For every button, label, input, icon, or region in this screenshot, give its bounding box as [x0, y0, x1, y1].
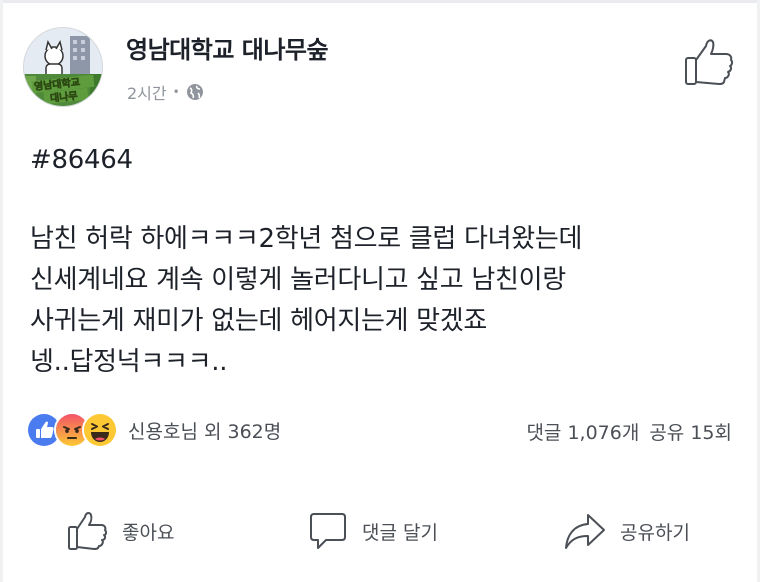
haha-reaction-icon — [82, 412, 118, 448]
share-icon — [565, 514, 605, 549]
left-border — [0, 0, 3, 582]
reactors-text[interactable]: 신용호님 외 362명 — [128, 417, 281, 444]
action-bar: 좋아요 댓글 달기 공유하기 — [0, 500, 760, 562]
page-name[interactable]: 영남대학교 대나무숲 — [126, 30, 329, 65]
share-label: 공유하기 — [620, 521, 690, 544]
comment-label: 댓글 달기 — [362, 521, 438, 544]
like-button[interactable]: 좋아요 — [66, 500, 174, 562]
share-button[interactable]: 공유하기 — [562, 500, 690, 562]
thumbs-up-outline-icon — [685, 39, 734, 85]
avatar-image: 영남대학교 대나무 — [24, 28, 102, 106]
post-line-3: 사귀는게 재미가 없는데 헤어지는게 맞겠죠 — [30, 306, 488, 336]
comment-count[interactable]: 댓글 1,076개 — [526, 418, 639, 445]
like-label: 좋아요 — [122, 521, 175, 544]
post-line-1: 남친 허락 하에ㅋㅋㅋ2학년 첨으로 클럽 다녀왔는데 — [30, 224, 583, 254]
meta-separator: • — [172, 85, 180, 99]
share-count[interactable]: 공유 15회 — [649, 418, 732, 445]
post-body: #86464 남친 허락 하에ㅋㅋㅋ2학년 첨으로 클럽 다녀왔는데 신세계네요… — [30, 140, 582, 383]
post-hashtag[interactable]: #86464 — [30, 140, 582, 181]
top-border — [0, 0, 760, 3]
reactions-summary[interactable]: 신용호님 외 362명 — [26, 412, 281, 448]
post-line-2: 신세계네요 계속 이렇게 놀러다니고 싶고 남친이랑 — [30, 265, 566, 295]
post-meta: 2시간 • — [127, 80, 204, 104]
post-line-4: 넹..답정넉ㅋㅋㅋ.. — [30, 347, 228, 377]
thumbs-up-icon — [68, 511, 108, 550]
like-page-button[interactable] — [680, 34, 736, 90]
comment-icon — [310, 513, 346, 549]
post-time[interactable]: 2시간 — [127, 80, 167, 104]
globe-icon[interactable] — [186, 83, 204, 101]
page-avatar[interactable]: 영남대학교 대나무 — [24, 28, 102, 106]
engagement-stats: 댓글 1,076개 공유 15회 — [526, 418, 732, 445]
comment-button[interactable]: 댓글 달기 — [306, 500, 438, 562]
